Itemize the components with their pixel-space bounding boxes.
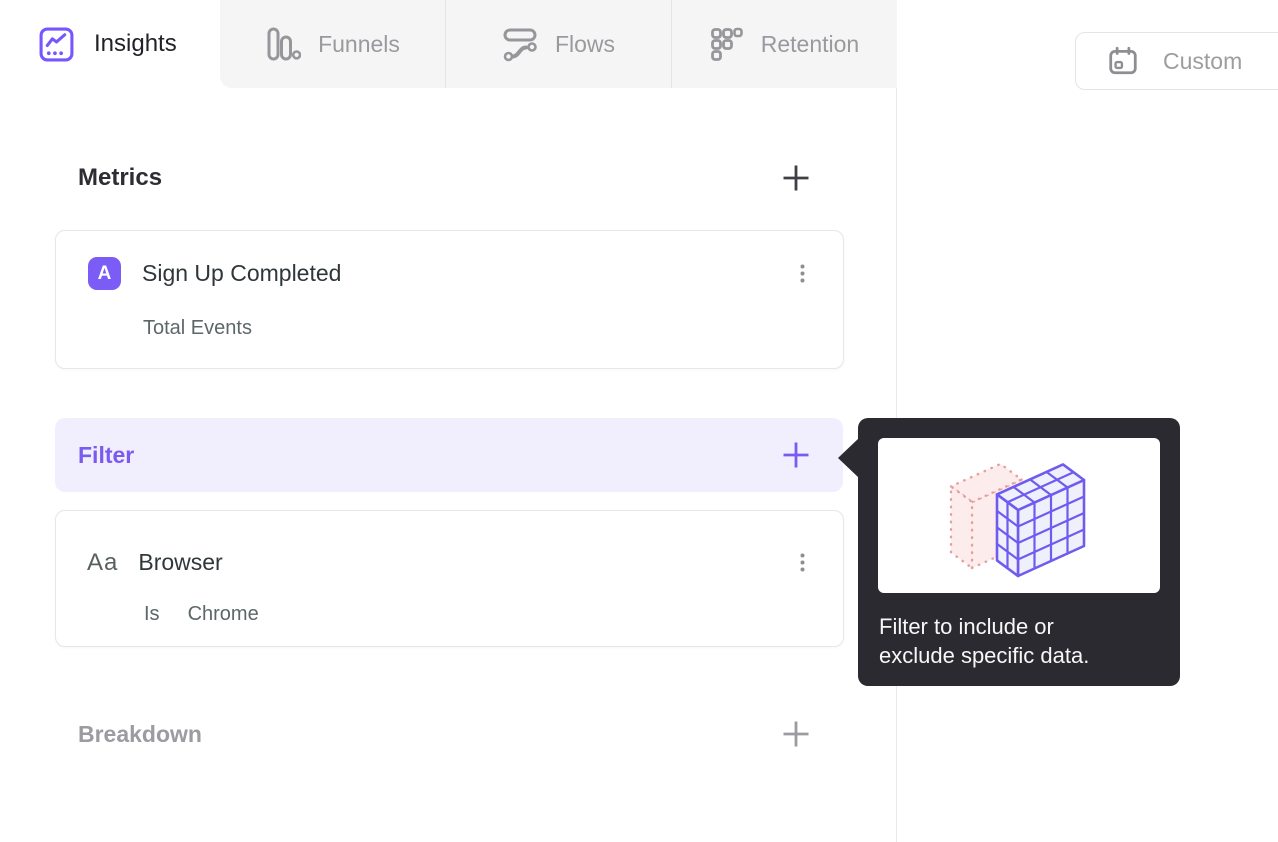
tooltip-text-line1: Filter to include or [879, 614, 1054, 639]
add-breakdown-button[interactable] [782, 720, 810, 748]
filter-card-browser[interactable]: Aa Browser Is Chrome [55, 510, 844, 647]
filter-tooltip: Filter to include or exclude specific da… [838, 418, 1180, 686]
plus-icon [783, 721, 809, 747]
custom-date-range-button[interactable]: Custom [1075, 32, 1278, 90]
insights-report-builder: Insights Funnels Flows Retention Custom … [0, 0, 1278, 842]
tab-group: Funnels Flows Retention [220, 0, 897, 88]
funnels-bars-icon [267, 27, 302, 61]
filter-value[interactable]: Chrome [188, 603, 259, 626]
string-property-type-icon: Aa [87, 548, 119, 576]
tab-retention[interactable]: Retention [671, 0, 897, 88]
filter-card-menu-button[interactable] [791, 546, 813, 579]
tab-insights[interactable]: Insights [0, 0, 220, 88]
filter-cube-illustration [949, 462, 1086, 578]
tab-flows-label: Flows [554, 30, 616, 57]
tab-insights-label: Insights [94, 30, 177, 57]
filter-card-title: Browser [138, 549, 223, 575]
add-filter-button[interactable] [782, 441, 810, 469]
tooltip-arrow [838, 438, 859, 478]
tab-funnels-label: Funnels [318, 30, 400, 57]
tab-funnels[interactable]: Funnels [220, 0, 445, 88]
breakdown-section-header: Breakdown [55, 714, 843, 754]
kebab-menu-icon [800, 553, 804, 572]
calendar-icon [1109, 46, 1137, 75]
tab-flows[interactable]: Flows [445, 0, 671, 88]
plus-icon [783, 165, 809, 191]
filter-section-header[interactable]: Filter [55, 418, 843, 492]
retention-grid-icon [710, 27, 743, 61]
tooltip-text: Filter to include or exclude specific da… [879, 613, 1149, 670]
metric-series-badge: A [88, 257, 121, 290]
filter-title: Filter [78, 441, 135, 468]
plus-icon [783, 442, 809, 468]
metric-card-title: Sign Up Completed [142, 260, 342, 286]
tooltip-illustration-frame [878, 438, 1160, 593]
flows-wave-icon [503, 28, 537, 62]
add-metric-button[interactable] [782, 164, 810, 192]
metric-card-aggregation[interactable]: Total Events [143, 317, 252, 340]
tab-retention-label: Retention [760, 30, 860, 57]
tooltip-text-line2: exclude specific data. [879, 642, 1090, 668]
metrics-title: Metrics [78, 164, 163, 191]
insights-line-chart-icon [39, 27, 74, 61]
custom-button-label: Custom [1163, 47, 1243, 74]
breakdown-title: Breakdown [78, 720, 202, 747]
kebab-menu-icon [800, 264, 804, 283]
metric-card-menu-button[interactable] [791, 257, 813, 290]
metric-card-sign-up-completed[interactable]: A Sign Up Completed Total Events [55, 230, 844, 369]
metrics-section-header: Metrics [55, 158, 843, 198]
filter-operator[interactable]: Is [144, 603, 160, 626]
